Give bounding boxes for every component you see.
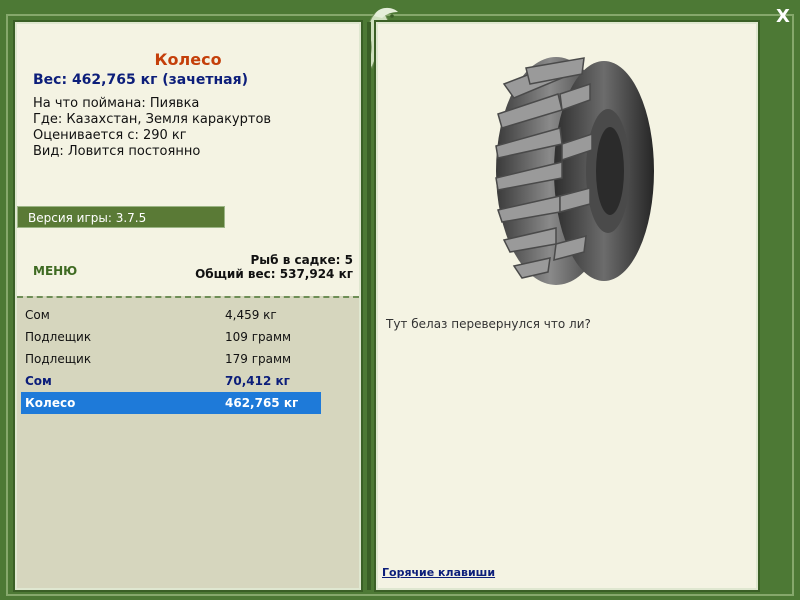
- list-item-name: Сом: [25, 374, 52, 388]
- menu-button[interactable]: МЕНЮ: [33, 264, 77, 278]
- list-item-weight: 179 грамм: [225, 352, 292, 366]
- tire-icon: [495, 57, 654, 285]
- list-item-name: Колесо: [25, 396, 76, 410]
- list-item-weight: 462,765 кг: [225, 396, 299, 410]
- bait-info: На что поймана: Пиявка: [33, 96, 200, 111]
- list-item-weight: 70,412 кг: [225, 374, 290, 388]
- list-item-name: Подлещик: [25, 352, 92, 366]
- panel-divider: [367, 22, 371, 590]
- list-item[interactable]: Сом 70,412 кг: [21, 370, 321, 392]
- list-item-name: Сом: [25, 308, 50, 322]
- left-panel: Колесо Вес: 462,765 кг (зачетная) На что…: [13, 20, 363, 592]
- list-item-name: Подлещик: [25, 330, 92, 344]
- fish-image: [486, 54, 664, 288]
- fish-weight: Вес: 462,765 кг (зачетная): [33, 72, 248, 88]
- keepnet-total-weight: Общий вес: 537,924 кг: [195, 267, 353, 281]
- valued-from-info: Оценивается с: 290 кг: [33, 128, 187, 143]
- kind-info: Вид: Ловится постоянно: [33, 144, 201, 159]
- hotkeys-link[interactable]: Горячие клавиши: [382, 566, 495, 579]
- fish-info-area: Колесо Вес: 462,765 кг (зачетная) На что…: [17, 24, 359, 296]
- close-button[interactable]: X: [773, 6, 793, 28]
- list-item[interactable]: Подлещик 179 грамм: [21, 348, 321, 370]
- list-item-selected[interactable]: Колесо 462,765 кг: [21, 392, 321, 414]
- list-item-weight: 109 грамм: [225, 330, 292, 344]
- game-version-bar: Версия игры: 3.7.5: [17, 206, 225, 228]
- keepnet-count: Рыб в садке: 5: [250, 253, 354, 267]
- keepnet-list: Сом 4,459 кг Подлещик 109 грамм Подлещик…: [21, 304, 321, 414]
- game-window-frame: X Колесо Вес: 462,765 кг (зачетная) На ч…: [0, 0, 800, 600]
- fish-title: Колесо: [154, 50, 222, 69]
- fish-description: Тут белаз перевернулся что ли?: [386, 317, 591, 331]
- list-item-weight: 4,459 кг: [225, 308, 277, 322]
- dashed-divider: [17, 296, 359, 298]
- location-info: Где: Казахстан, Земля каракуртов: [33, 112, 272, 127]
- list-item[interactable]: Подлещик 109 грамм: [21, 326, 321, 348]
- right-panel: Тут белаз перевернулся что ли? Горячие к…: [374, 20, 760, 592]
- list-item[interactable]: Сом 4,459 кг: [21, 304, 321, 326]
